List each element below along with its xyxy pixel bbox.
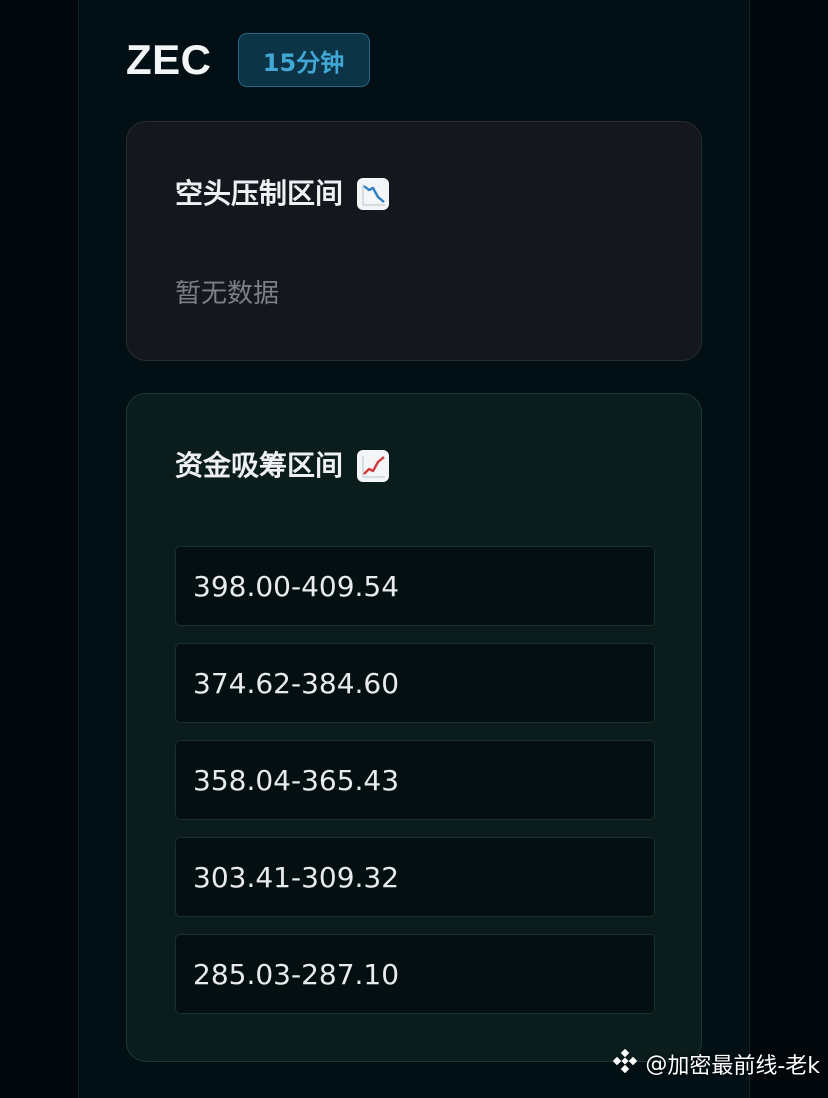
- watermark-at: @: [645, 1052, 667, 1077]
- chart-decreasing-icon: [357, 178, 389, 210]
- zone-item[interactable]: 398.00-409.54: [175, 546, 655, 626]
- bear-card-title-text: 空头压制区间: [175, 174, 343, 214]
- binance-logo-icon: [613, 1049, 637, 1079]
- zone-item[interactable]: 303.41-309.32: [175, 837, 655, 917]
- bull-card-title-text: 资金吸筹区间: [175, 446, 343, 486]
- zone-item[interactable]: 374.62-384.60: [175, 643, 655, 723]
- header: ZEC 15分钟: [126, 32, 370, 88]
- bull-card-title: 资金吸筹区间: [175, 446, 389, 486]
- watermark: @ 加密最前线-老k: [613, 1048, 820, 1080]
- zone-list: 398.00-409.54 374.62-384.60 358.04-365.4…: [175, 546, 655, 1031]
- timeframe-badge[interactable]: 15分钟: [238, 33, 370, 87]
- bear-card-title: 空头压制区间: [175, 174, 389, 214]
- empty-state-text: 暂无数据: [175, 276, 279, 312]
- bear-zone-card: 空头压制区间 暂无数据: [126, 121, 702, 361]
- symbol-title: ZEC: [126, 32, 212, 88]
- chart-increasing-icon: [357, 450, 389, 482]
- bull-zone-card: 资金吸筹区间 398.00-409.54 374.62-384.60 358.0…: [126, 393, 702, 1062]
- watermark-text: 加密最前线-老k: [667, 1048, 820, 1080]
- zone-item[interactable]: 358.04-365.43: [175, 740, 655, 820]
- zone-item[interactable]: 285.03-287.10: [175, 934, 655, 1014]
